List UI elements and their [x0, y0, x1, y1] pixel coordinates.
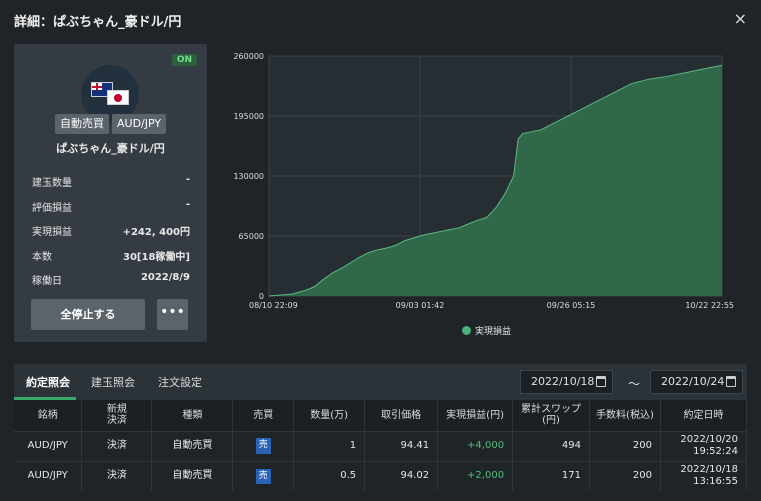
- cell-fee: 200: [589, 460, 661, 491]
- stat-label: 建玉数量: [32, 178, 72, 189]
- date-from-value: 2022/10/18: [531, 375, 595, 388]
- tabs-bar: 約定照会 建玉照会 注文設定 2022/10/18 ～ 2022/10/24: [14, 364, 747, 400]
- date-to-input[interactable]: 2022/10/24: [650, 370, 743, 394]
- executions-table: 銘柄 新規 決済 種類 売買 数量(万) 取引価格 実現損益(円) 累計スワップ…: [14, 400, 748, 491]
- tab-order-settings[interactable]: 注文設定: [158, 374, 202, 390]
- y-tick-label: 65000: [239, 232, 264, 241]
- stat-value: -: [185, 199, 190, 210]
- realized-pnl-chart: 0 65000 130000 195000 260000 08/10 22:09 09/03…: [233, 52, 734, 310]
- cell-symbol: AUD/JPY: [14, 460, 83, 491]
- col-fee: 手数料(税込): [589, 400, 661, 431]
- cell-qty: 0.5: [293, 460, 366, 491]
- stat-realized: 実現損益 +242, 400円: [32, 223, 190, 238]
- type-tag: 自動売買: [55, 114, 109, 134]
- calendar-icon[interactable]: [596, 376, 606, 387]
- cell-qty: 1: [293, 430, 366, 461]
- cell-side: 売: [232, 430, 295, 461]
- stat-label: 稼働日: [32, 276, 62, 287]
- col-price: 取引価格: [364, 400, 439, 431]
- bot-name: ぱぶちゃん_豪ドル/円: [56, 142, 165, 155]
- sell-badge: 売: [255, 468, 271, 484]
- stat-value: +242, 400円: [122, 227, 190, 238]
- cell-price: 94.02: [364, 460, 439, 491]
- stat-label: 実現損益: [32, 227, 72, 238]
- col-symbol: 銘柄: [14, 400, 83, 431]
- dialog-title: 詳細：ぱぶちゃん_豪ドル/円: [14, 15, 182, 30]
- stat-unrealized: 評価損益 -: [32, 199, 190, 214]
- cell-swap: 494: [512, 430, 590, 461]
- cell-price: 94.41: [364, 430, 439, 461]
- table-row[interactable]: AUD/JPY 決済 自動売買 売 1 94.41 +4,000 494 200…: [14, 430, 748, 461]
- cell-type: 自動売買: [151, 430, 234, 461]
- col-qty: 数量(万): [293, 400, 366, 431]
- table-header-row: 銘柄 新規 決済 種類 売買 数量(万) 取引価格 実現損益(円) 累計スワップ…: [14, 400, 748, 431]
- bot-summary-card: ON 自動売買 AUD/JPY ぱぶちゃん_豪ドル/円 建玉数量 - 評価損益 - …: [14, 44, 207, 342]
- cell-new-close: 決済: [81, 460, 153, 491]
- cell-swap: 171: [512, 460, 590, 491]
- pair-tag: AUD/JPY: [112, 114, 167, 134]
- status-badge[interactable]: ON: [171, 54, 197, 66]
- cell-exec-time: 2022/10/20 19:52:24: [660, 430, 748, 461]
- y-tick-label: 0: [259, 292, 264, 301]
- col-swap: 累計スワップ (円): [512, 400, 590, 431]
- sell-badge: 売: [255, 438, 271, 454]
- stat-value: 2022/8/9: [140, 272, 190, 283]
- date-range-separator: ～: [628, 377, 641, 391]
- dialog-titlebar: 詳細：ぱぶちゃん_豪ドル/円 ×: [0, 0, 761, 40]
- stat-label: 本数: [32, 252, 52, 263]
- col-exec-time[interactable]: 約定日時: [660, 400, 748, 431]
- close-icon[interactable]: ×: [734, 9, 747, 28]
- x-tick-label: 09/03 01:42: [396, 301, 445, 310]
- tab-positions[interactable]: 建玉照会: [91, 374, 135, 390]
- cell-side: 売: [232, 460, 295, 491]
- col-new-close: 新規 決済: [81, 400, 153, 431]
- cell-realized-pnl: +2,000: [437, 460, 514, 491]
- x-tick-label: 10/22 22:55: [685, 301, 734, 310]
- stat-label: 評価損益: [32, 203, 72, 214]
- legend-label: 実現損益: [475, 327, 512, 337]
- y-tick-label: 260000: [233, 52, 264, 61]
- cell-type: 自動売買: [151, 460, 234, 491]
- x-tick-label: 09/26 05:15: [547, 301, 596, 310]
- more-options-button[interactable]: •••: [157, 299, 188, 330]
- cell-new-close: 決済: [81, 430, 153, 461]
- col-side: 売買: [232, 400, 295, 431]
- cell-fee: 200: [589, 430, 661, 461]
- date-to-value: 2022/10/24: [661, 375, 725, 388]
- stat-position-qty: 建玉数量 -: [32, 174, 190, 189]
- x-tick-label: 08/10 22:09: [249, 301, 298, 310]
- cell-exec-time: 2022/10/18 13:16:55: [660, 460, 748, 491]
- stat-value: -: [185, 174, 190, 185]
- cell-symbol: AUD/JPY: [14, 430, 83, 461]
- col-realized-pnl: 実現損益(円): [437, 400, 514, 431]
- stat-value: 30[18稼働中]: [123, 252, 190, 263]
- stop-all-button[interactable]: 全停止する: [31, 299, 145, 330]
- chart-legend: 実現損益: [462, 324, 511, 337]
- legend-swatch: [462, 326, 471, 335]
- y-tick-label: 130000: [233, 172, 264, 181]
- cell-realized-pnl: +4,000: [437, 430, 514, 461]
- stat-start-date: 稼働日 2022/8/9: [32, 272, 190, 287]
- table-row[interactable]: AUD/JPY 決済 自動売買 売 0.5 94.02 +2,000 171 2…: [14, 460, 748, 491]
- date-from-input[interactable]: 2022/10/18: [520, 370, 613, 394]
- tab-executions[interactable]: 約定照会: [26, 374, 70, 390]
- col-type: 種類: [151, 400, 234, 431]
- stat-count: 本数 30[18稼働中]: [32, 248, 190, 263]
- y-tick-label: 195000: [233, 112, 264, 121]
- japan-flag-icon: [107, 90, 129, 105]
- calendar-icon[interactable]: [726, 376, 736, 387]
